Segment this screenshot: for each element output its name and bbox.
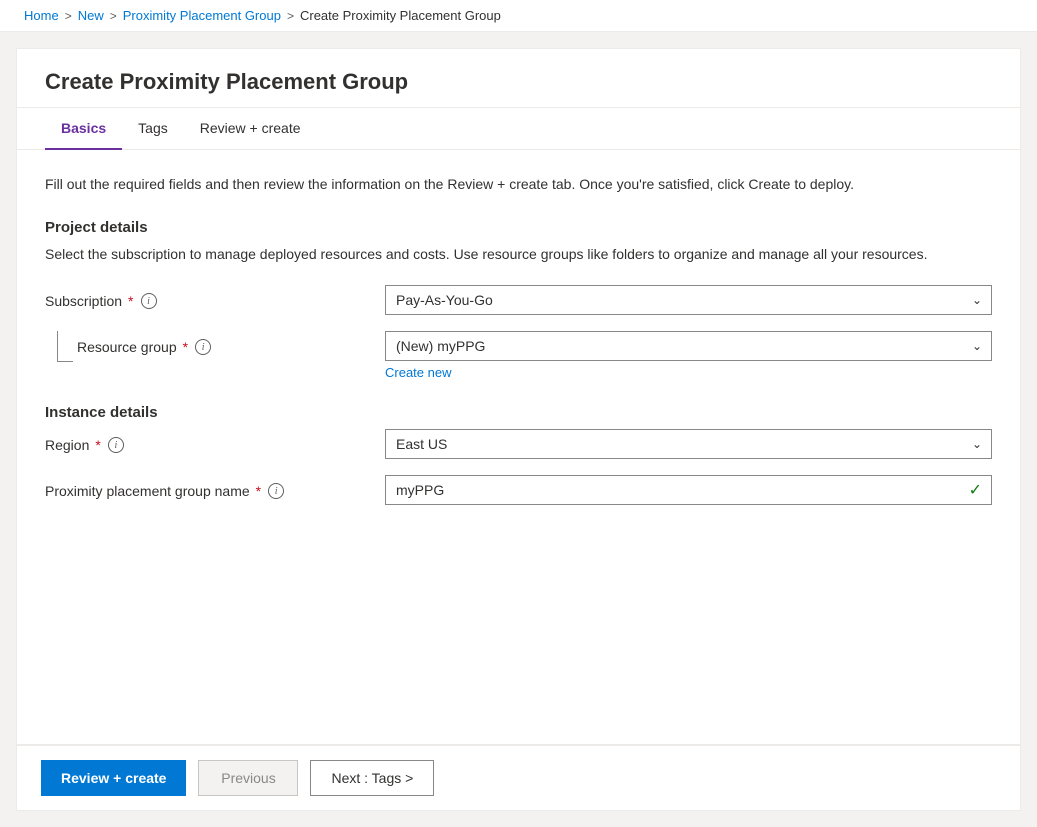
- subscription-label: Subscription: [45, 293, 122, 309]
- resource-group-label-col: Resource group * i: [77, 331, 385, 355]
- instance-details-title: Instance details: [45, 404, 992, 421]
- subscription-select[interactable]: Pay-As-You-Go: [385, 285, 992, 315]
- ppg-name-control: ✓: [385, 475, 992, 505]
- resource-group-select[interactable]: (New) myPPG: [385, 331, 992, 361]
- region-select-wrapper: East US East US 2 West US West US 2 Cent…: [385, 429, 992, 459]
- resource-group-required: *: [183, 339, 188, 355]
- breadcrumb-home[interactable]: Home: [24, 8, 59, 23]
- ppg-name-label: Proximity placement group name: [45, 483, 250, 499]
- connector-vertical: [57, 331, 58, 361]
- region-label: Region: [45, 437, 89, 453]
- next-button[interactable]: Next : Tags >: [310, 760, 434, 796]
- subscription-info-icon[interactable]: i: [141, 293, 157, 309]
- breadcrumb-new[interactable]: New: [78, 8, 104, 23]
- region-label-col: Region * i: [45, 429, 385, 453]
- ppg-name-input-wrapper: ✓: [385, 475, 992, 505]
- region-row: Region * i East US East US 2 West US Wes…: [45, 429, 992, 459]
- region-control: East US East US 2 West US West US 2 Cent…: [385, 429, 992, 459]
- resource-group-label: Resource group: [77, 339, 177, 355]
- region-info-icon[interactable]: i: [108, 437, 124, 453]
- tab-tags[interactable]: Tags: [122, 108, 184, 150]
- indent-connector: [45, 331, 77, 362]
- project-details-description: Select the subscription to manage deploy…: [45, 244, 945, 265]
- subscription-row: Subscription * i Pay-As-You-Go ⌄: [45, 285, 992, 315]
- subscription-select-wrapper: Pay-As-You-Go ⌄: [385, 285, 992, 315]
- ppg-name-input[interactable]: [385, 475, 992, 505]
- breadcrumb-ppg[interactable]: Proximity Placement Group: [123, 8, 281, 23]
- create-new-link[interactable]: Create new: [385, 365, 451, 380]
- ppg-name-required: *: [256, 483, 261, 499]
- previous-button: Previous: [198, 760, 298, 796]
- tabs-bar: Basics Tags Review + create: [17, 108, 1020, 150]
- breadcrumb-sep-3: >: [287, 9, 294, 23]
- connector-horizontal: [57, 361, 73, 362]
- breadcrumb-sep-1: >: [65, 9, 72, 23]
- ppg-name-label-col: Proximity placement group name * i: [45, 475, 385, 499]
- ppg-name-row: Proximity placement group name * i ✓: [45, 475, 992, 505]
- resource-group-select-wrapper: (New) myPPG ⌄: [385, 331, 992, 361]
- breadcrumb-current: Create Proximity Placement Group: [300, 8, 501, 23]
- subscription-control: Pay-As-You-Go ⌄: [385, 285, 992, 315]
- resource-group-info-icon[interactable]: i: [195, 339, 211, 355]
- page-title: Create Proximity Placement Group: [45, 69, 992, 95]
- main-card: Create Proximity Placement Group Basics …: [16, 48, 1021, 745]
- project-details-title: Project details: [45, 219, 992, 236]
- footer-bar: Review + create Previous Next : Tags >: [16, 745, 1021, 811]
- description-text: Fill out the required fields and then re…: [45, 174, 945, 195]
- tab-basics[interactable]: Basics: [45, 108, 122, 150]
- ppg-name-info-icon[interactable]: i: [268, 483, 284, 499]
- resource-group-row: Resource group * i (New) myPPG ⌄ Create …: [45, 331, 992, 380]
- region-select[interactable]: East US East US 2 West US West US 2 Cent…: [385, 429, 992, 459]
- review-create-button[interactable]: Review + create: [41, 760, 186, 796]
- breadcrumb: Home > New > Proximity Placement Group >…: [0, 0, 1037, 32]
- content-area: Fill out the required fields and then re…: [17, 150, 1020, 744]
- subscription-required: *: [128, 293, 133, 309]
- breadcrumb-sep-2: >: [110, 9, 117, 23]
- tab-review-create[interactable]: Review + create: [184, 108, 317, 150]
- resource-group-control: (New) myPPG ⌄ Create new: [385, 331, 992, 380]
- region-required: *: [95, 437, 100, 453]
- subscription-label-col: Subscription * i: [45, 285, 385, 309]
- ppg-name-check-icon: ✓: [969, 480, 982, 500]
- instance-details-section: Instance details Region * i East US East…: [45, 404, 992, 505]
- project-details-section: Project details Select the subscription …: [45, 219, 992, 380]
- page-title-area: Create Proximity Placement Group: [17, 49, 1020, 108]
